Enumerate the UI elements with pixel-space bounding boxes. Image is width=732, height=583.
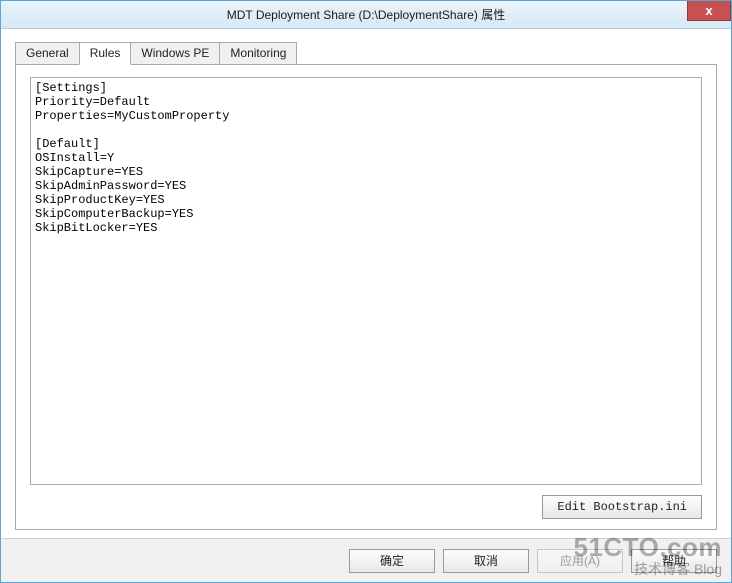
tabpanel-rules: Edit Bootstrap.ini (15, 64, 717, 530)
cancel-label: 取消 (474, 552, 498, 569)
client-area: General Rules Windows PE Monitoring Edit… (1, 29, 731, 538)
tab-general[interactable]: General (15, 42, 80, 65)
help-label: 帮助 (662, 552, 686, 569)
titlebar: MDT Deployment Share (D:\DeploymentShare… (1, 1, 731, 29)
tab-monitoring-label: Monitoring (230, 46, 286, 60)
edit-bootstrap-button[interactable]: Edit Bootstrap.ini (542, 495, 702, 519)
tabstrip: General Rules Windows PE Monitoring (15, 41, 717, 65)
tab-rules[interactable]: Rules (79, 42, 132, 65)
dialog-window: MDT Deployment Share (D:\DeploymentShare… (0, 0, 732, 583)
ok-button[interactable]: 确定 (349, 549, 435, 573)
apply-label: 应用(A) (560, 552, 600, 569)
tab-general-label: General (26, 46, 69, 60)
apply-button[interactable]: 应用(A) (537, 549, 623, 573)
tab-windows-pe[interactable]: Windows PE (130, 42, 220, 65)
rules-textarea[interactable] (30, 77, 702, 485)
help-button[interactable]: 帮助 (631, 549, 717, 573)
titlebar-title: MDT Deployment Share (D:\DeploymentShare… (1, 6, 731, 23)
dialog-footer: 确定 取消 应用(A) 帮助 (1, 538, 731, 582)
edit-bootstrap-label: Edit Bootstrap.ini (557, 500, 687, 514)
close-button[interactable]: x (687, 1, 731, 21)
rules-textarea-wrap (30, 77, 702, 485)
cancel-button[interactable]: 取消 (443, 549, 529, 573)
tab-monitoring[interactable]: Monitoring (219, 42, 297, 65)
ok-label: 确定 (380, 552, 404, 569)
panel-footer: Edit Bootstrap.ini (30, 495, 702, 519)
tab-rules-label: Rules (90, 46, 121, 60)
tab-windows-pe-label: Windows PE (141, 46, 209, 60)
close-icon: x (705, 3, 712, 18)
